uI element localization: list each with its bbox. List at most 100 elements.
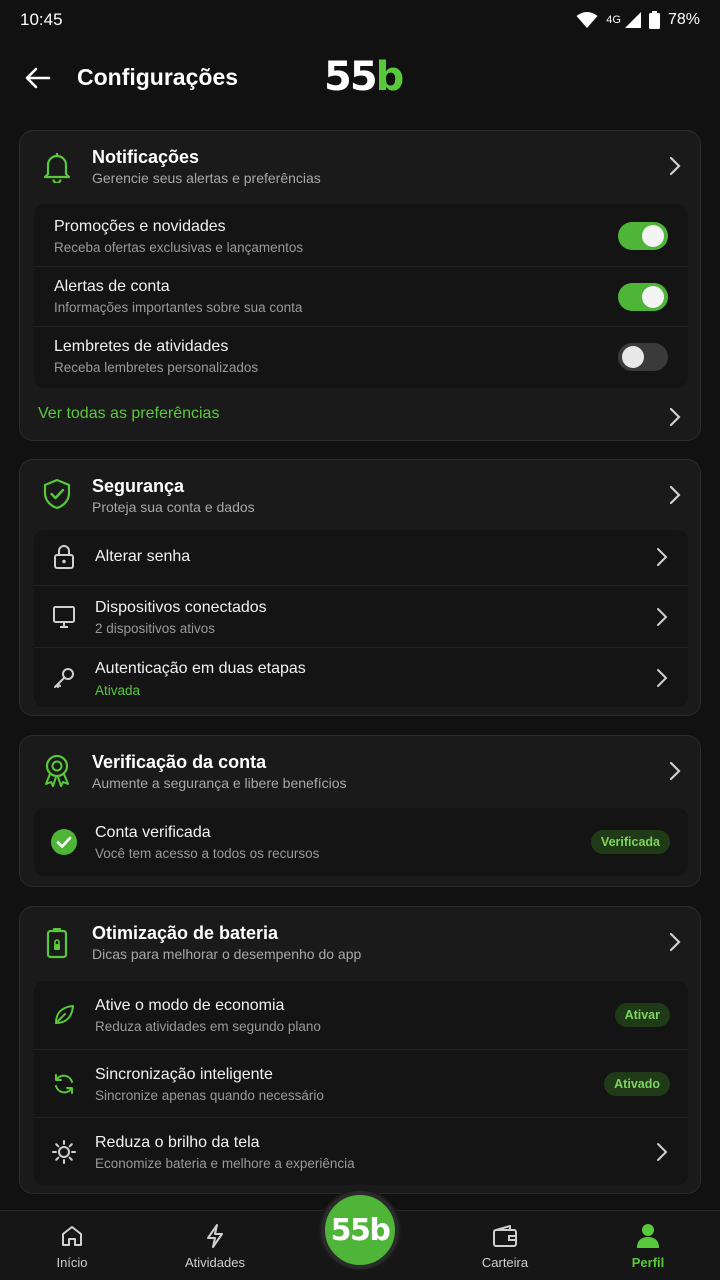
status-time: 10:45	[20, 10, 63, 29]
two-factor-item[interactable]: Autenticação em duas etapas Ativada	[34, 647, 688, 707]
row-title: Autenticação em duas etapas	[95, 660, 306, 677]
security-header[interactable]: Segurança Proteja sua conta e dados	[20, 460, 700, 530]
leaf-icon	[50, 1001, 78, 1029]
row-subtitle: Reduza atividades em segundo plano	[95, 1019, 321, 1034]
toggle-knob	[642, 225, 664, 247]
list-item: Lembretes de atividades Receba lembretes…	[34, 326, 688, 388]
chevron-right-icon	[657, 608, 668, 626]
row-subtitle: 2 dispositivos ativos	[95, 621, 216, 636]
fab-logo-accent: b	[369, 1212, 390, 1248]
nav-home[interactable]: Início	[17, 1211, 127, 1280]
chevron-right-icon	[669, 407, 681, 427]
status-bar: 10:45 4G 78%	[0, 0, 720, 40]
chevron-right-icon	[657, 1143, 668, 1161]
chevron-right-icon	[669, 485, 681, 505]
row-title: Lembretes de atividades	[54, 338, 229, 355]
back-button[interactable]	[22, 64, 54, 92]
verification-card: Verificação da conta Aumente a segurança…	[19, 735, 701, 887]
nav-profile[interactable]: Perfil	[593, 1211, 703, 1280]
nav-wallet[interactable]: Carteira	[450, 1211, 560, 1280]
sun-icon	[50, 1138, 78, 1166]
verification-header[interactable]: Verificação da conta Aumente a segurança…	[20, 736, 700, 806]
verification-status: Conta verificada Você tem acesso a todos…	[34, 808, 688, 876]
security-list: Alterar senha Dispositivos conectados 2 …	[34, 530, 688, 707]
security-card: Segurança Proteja sua conta e dados Alte…	[19, 459, 701, 716]
smart-sync-item[interactable]: Sincronização inteligente Sincronize ape…	[34, 1049, 688, 1117]
row-title: Alterar senha	[95, 548, 191, 565]
monitor-icon	[50, 603, 78, 631]
status-icons: 4G 78%	[576, 11, 700, 29]
row-title: Promoções e novidades	[54, 218, 226, 235]
battery-header[interactable]: Otimização de bateria Dicas para melhora…	[20, 907, 700, 977]
activated-badge[interactable]: Ativado	[604, 1072, 670, 1096]
row-title: Ative o modo de economia	[95, 997, 285, 1014]
chevron-right-icon	[657, 548, 668, 566]
home-icon	[59, 1223, 85, 1249]
key-icon	[50, 664, 78, 692]
center-logo-button[interactable]: 55b	[321, 1191, 399, 1269]
fab-logo: 55b	[330, 1212, 391, 1248]
battery-list: Ative o modo de economia Reduza atividad…	[34, 981, 688, 1185]
brand-logo: 55b	[324, 54, 405, 100]
account-alerts-toggle[interactable]	[618, 283, 668, 311]
list-item: Promoções e novidades Receba ofertas exc…	[34, 204, 688, 266]
page-title: Configurações	[77, 64, 239, 90]
wifi-icon	[576, 12, 598, 28]
chevron-right-icon	[669, 761, 681, 781]
row-title: Sincronização inteligente	[95, 1066, 273, 1083]
activate-button[interactable]: Ativar	[614, 1003, 670, 1027]
reminders-toggle[interactable]	[618, 343, 668, 371]
nav-home-label: Início	[56, 1255, 88, 1270]
row-subtitle: Sincronize apenas quando necessário	[95, 1088, 324, 1103]
row-title: Dispositivos conectados	[95, 599, 267, 616]
verified-badge: Verificada	[590, 830, 670, 854]
toggle-knob	[622, 346, 644, 368]
security-title: Segurança	[92, 476, 185, 496]
signal-icon	[624, 12, 641, 28]
logo-accent: b	[375, 54, 405, 100]
battery-card: Otimização de bateria Dicas para melhora…	[19, 906, 701, 1194]
nav-profile-label: Perfil	[631, 1255, 665, 1270]
toggle-knob	[642, 286, 664, 308]
connected-devices-item[interactable]: Dispositivos conectados 2 dispositivos a…	[34, 585, 688, 647]
verification-subtitle: Aumente a segurança e libere benefícios	[92, 775, 347, 791]
notifications-subtitle: Gerencie seus alertas e preferências	[92, 170, 321, 186]
chevron-right-icon	[669, 932, 681, 952]
award-icon	[42, 754, 72, 787]
change-password-item[interactable]: Alterar senha	[34, 530, 688, 585]
chevron-right-icon	[669, 156, 681, 176]
verification-title: Verificação da conta	[92, 752, 267, 772]
reduce-brightness-item[interactable]: Reduza o brilho da tela Economize bateri…	[34, 1117, 688, 1185]
shield-check-icon	[42, 478, 72, 510]
economy-mode-item[interactable]: Ative o modo de economia Reduza atividad…	[34, 981, 688, 1049]
all-preferences-link[interactable]: Ver todas as preferências	[20, 389, 700, 443]
row-subtitle: Receba ofertas exclusivas e lançamentos	[54, 240, 304, 255]
row-title: Reduza o brilho da tela	[95, 1134, 260, 1151]
notifications-header[interactable]: Notificações Gerencie seus alertas e pre…	[20, 131, 700, 201]
fab-logo-main: 55	[330, 1212, 371, 1248]
row-subtitle: Economize bateria e melhore a experiênci…	[95, 1156, 355, 1171]
lock-icon	[50, 543, 78, 571]
security-subtitle: Proteja sua conta e dados	[92, 499, 255, 515]
bell-icon	[42, 151, 72, 183]
promotions-toggle[interactable]	[618, 222, 668, 250]
network-type: 4G	[606, 14, 621, 26]
sync-icon	[50, 1070, 78, 1098]
row-subtitle: Informações importantes sobre sua conta	[54, 300, 303, 315]
battery-lock-icon	[42, 927, 72, 959]
wallet-icon	[492, 1223, 518, 1249]
battery-level: 78%	[667, 11, 700, 28]
app-bar: Configurações 55b	[0, 40, 720, 116]
person-icon	[635, 1223, 661, 1249]
chevron-right-icon	[657, 669, 668, 687]
row-subtitle: Receba lembretes personalizados	[54, 360, 259, 375]
verified-account-item: Conta verificada Você tem acesso a todos…	[34, 808, 688, 876]
bolt-icon	[202, 1223, 228, 1249]
nav-activities[interactable]: Atividades	[160, 1211, 270, 1280]
all-preferences-label: Ver todas as preferências	[38, 405, 220, 422]
notifications-card: Notificações Gerencie seus alertas e pre…	[19, 130, 701, 441]
row-subtitle: Você tem acesso a todos os recursos	[95, 846, 320, 861]
notifications-title: Notificações	[92, 147, 200, 167]
row-status: Ativada	[95, 683, 141, 698]
battery-subtitle: Dicas para melhorar o desempenho do app	[92, 946, 362, 962]
